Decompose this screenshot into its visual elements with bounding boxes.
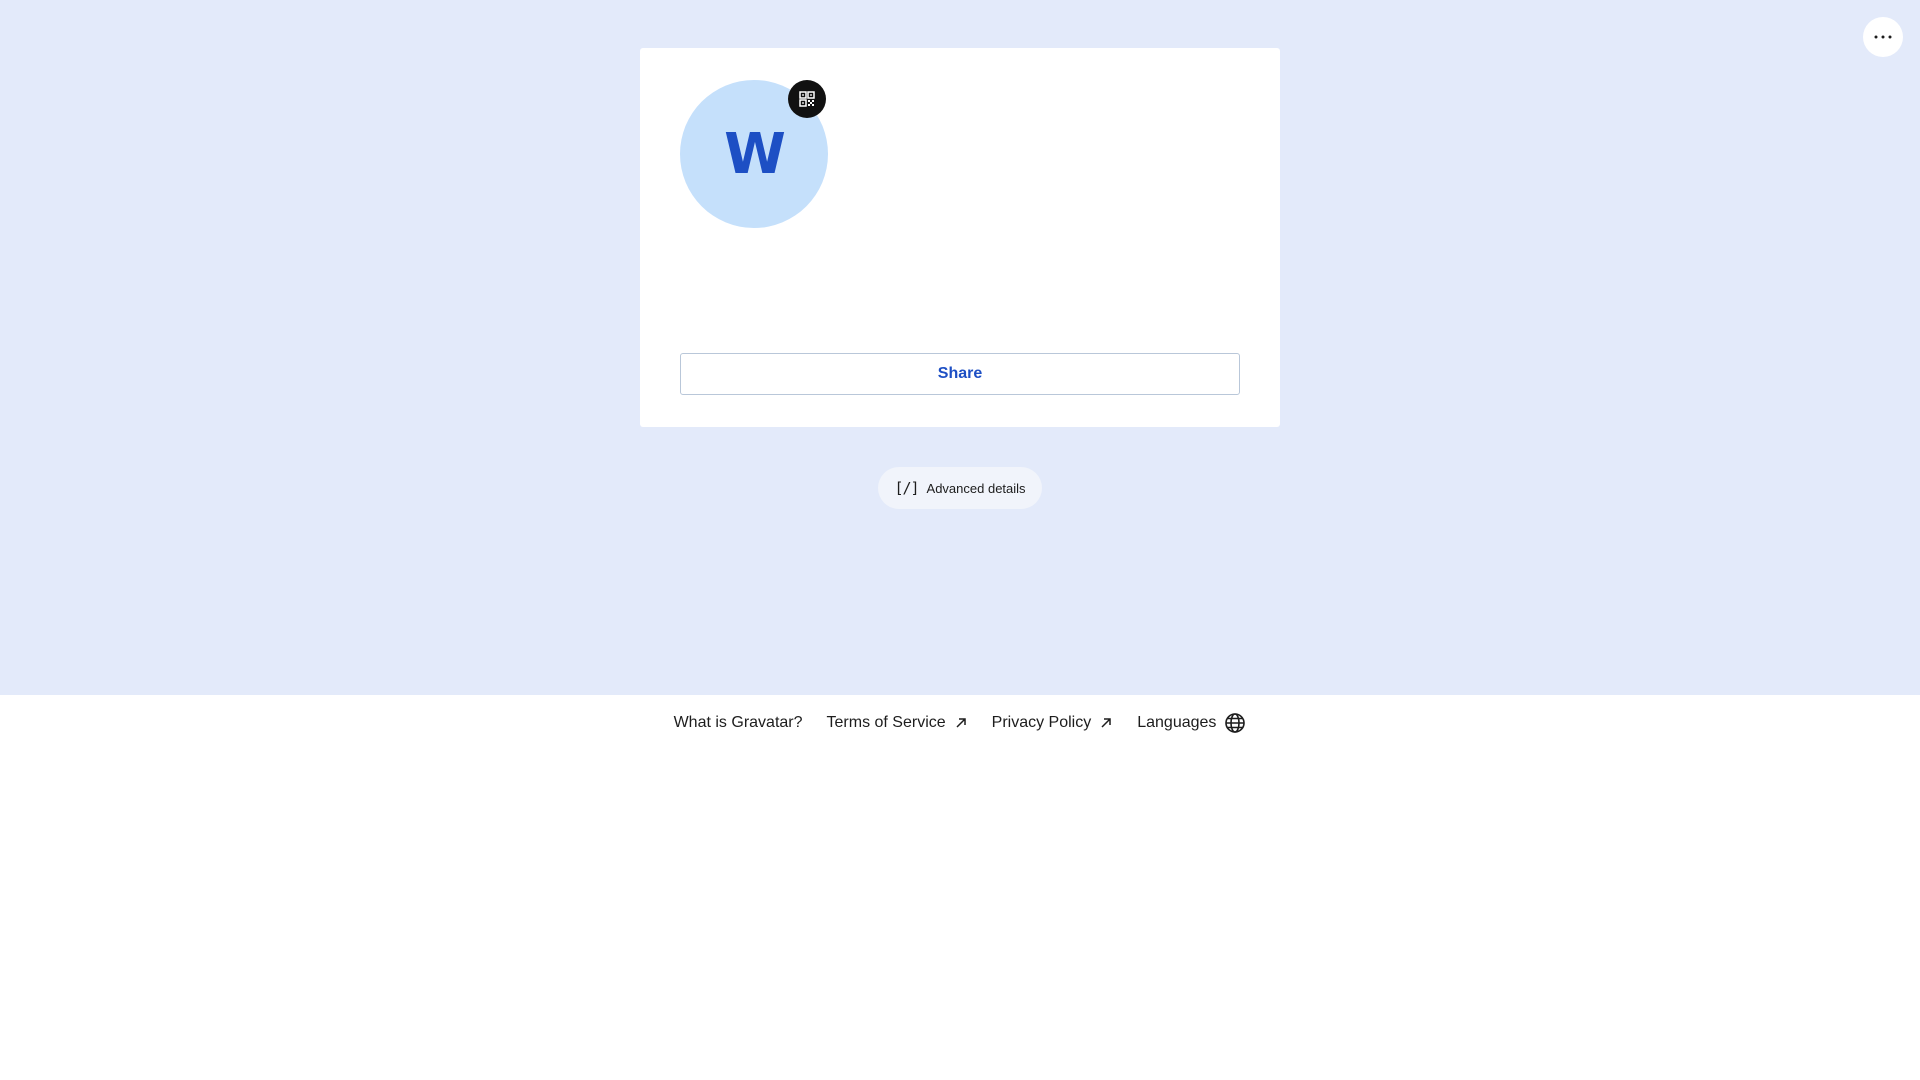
external-arrow-icon	[956, 718, 966, 728]
qr-code-button[interactable]	[788, 80, 826, 118]
avatar-initial: W	[724, 121, 786, 187]
footer-link-privacy-policy[interactable]: Privacy Policy	[992, 714, 1114, 732]
footer: What is Gravatar? Terms of Service Priva…	[0, 695, 1920, 751]
advanced-details-label: Advanced details	[926, 480, 1026, 496]
footer-link-label: Terms of Service	[826, 714, 946, 731]
ellipsis-icon	[1874, 35, 1892, 39]
footer-link-label: Languages	[1137, 714, 1217, 731]
qr-code-icon	[799, 91, 815, 107]
code-brackets-icon: [/]	[894, 479, 919, 497]
footer-link-terms-of-service[interactable]: Terms of Service	[827, 714, 968, 732]
footer-link-label: What is Gravatar?	[673, 714, 803, 731]
more-options-button[interactable]	[1863, 17, 1903, 57]
footer-link-label: Privacy Policy	[991, 714, 1092, 731]
advanced-details-button[interactable]: [/] Advanced details	[878, 467, 1042, 509]
footer-link-languages[interactable]: Languages	[1137, 712, 1246, 734]
profile-area: W Share [/] Advanced details	[0, 0, 1920, 695]
external-arrow-icon	[1101, 718, 1111, 728]
footer-link-what-is-gravatar[interactable]: What is Gravatar?	[674, 714, 803, 732]
globe-icon	[1225, 713, 1246, 733]
profile-card: W Share	[640, 48, 1280, 427]
share-button[interactable]: Share	[680, 353, 1240, 395]
